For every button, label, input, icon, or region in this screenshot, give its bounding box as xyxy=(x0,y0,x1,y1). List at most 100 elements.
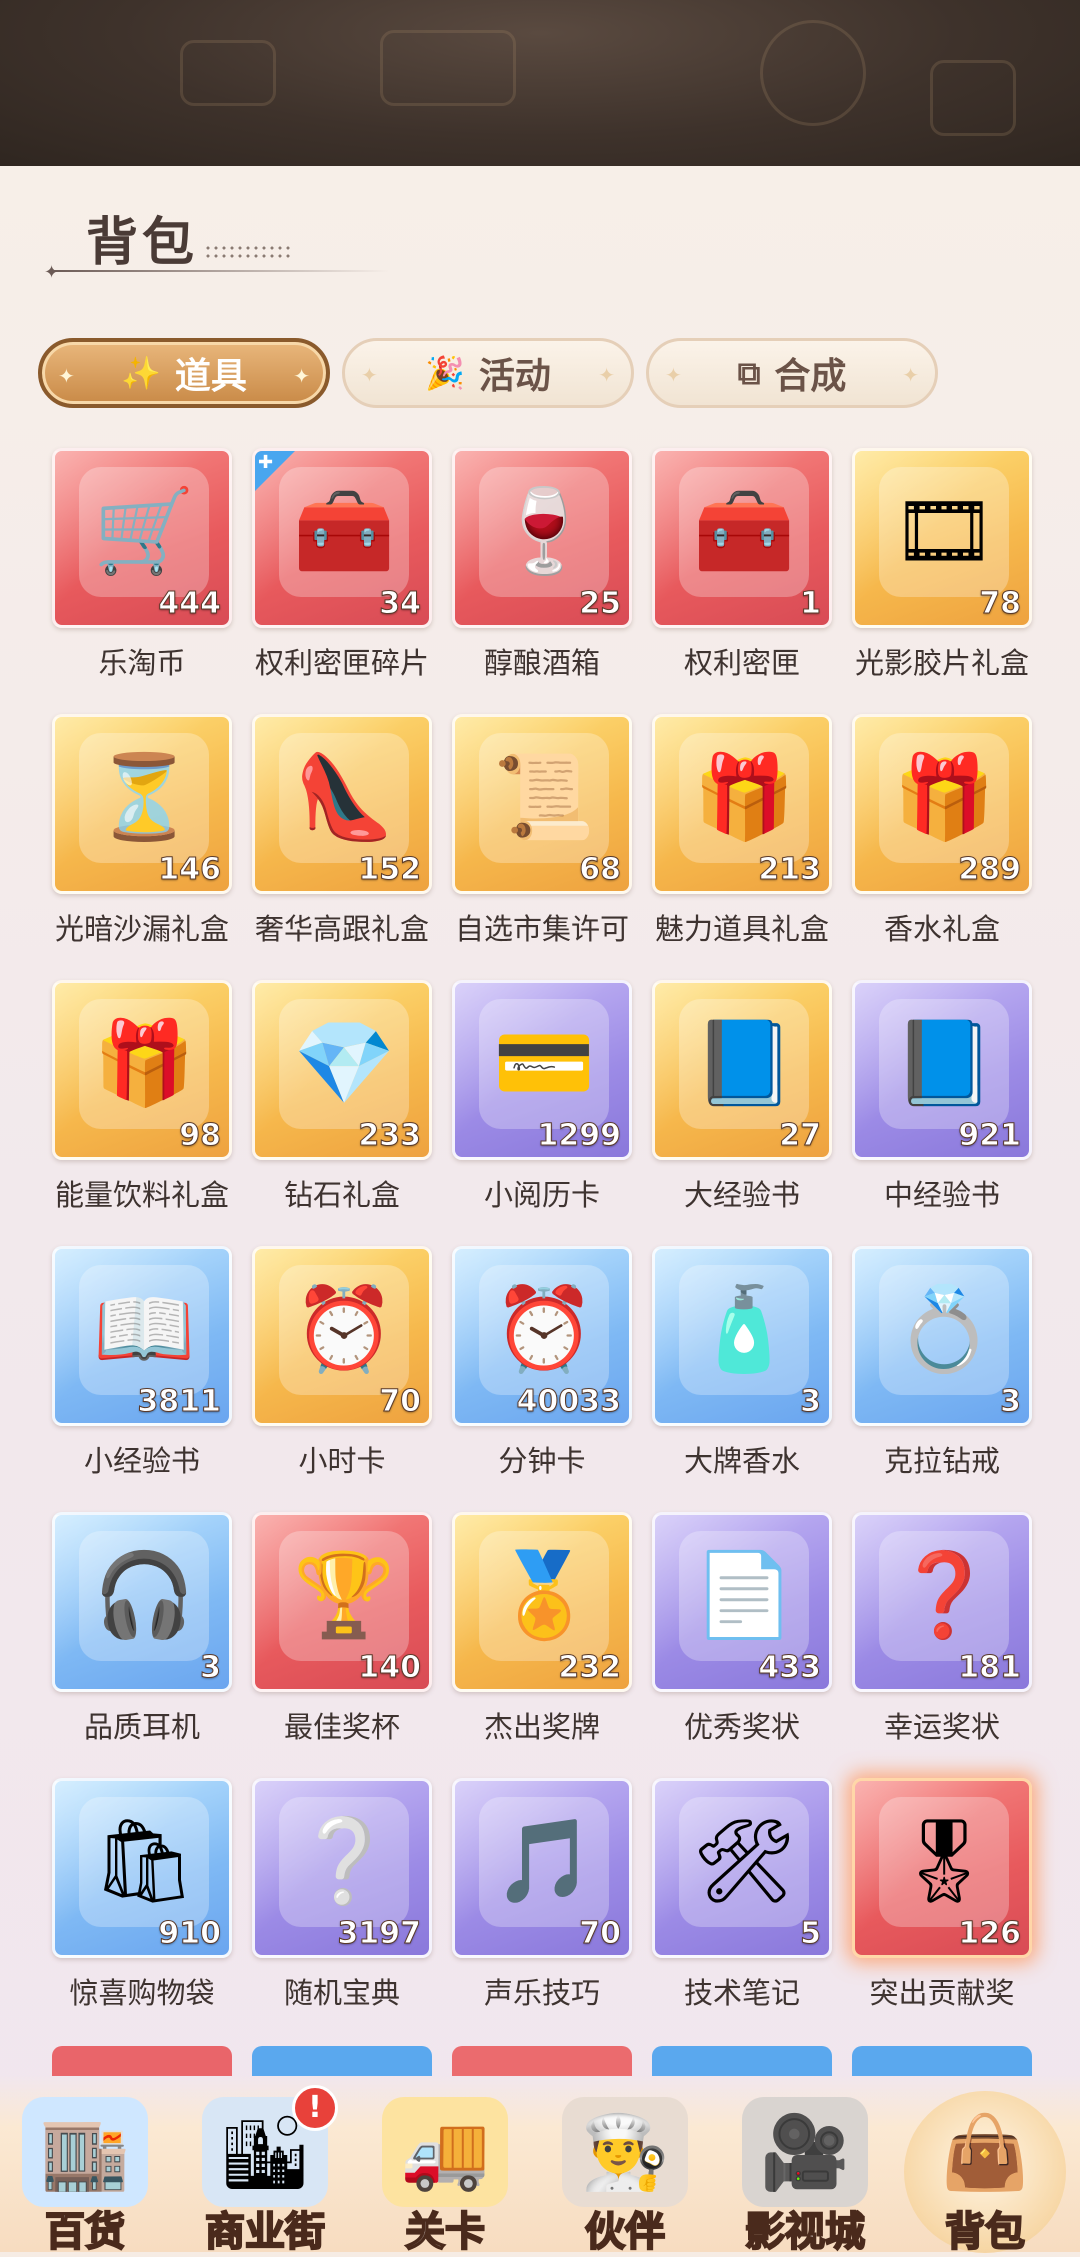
random-book-icon: ❔ xyxy=(279,1797,409,1927)
item-name: 随机宝典 xyxy=(283,1976,400,2010)
item-card[interactable]: ⏳ 146 xyxy=(52,714,232,894)
item-slot[interactable]: 🎧 3 品质耳机 xyxy=(52,1512,232,1752)
item-name: 声乐技巧 xyxy=(483,1976,600,2010)
item-card[interactable]: 🧴 3 xyxy=(652,1246,832,1426)
item-count: 70 xyxy=(379,1384,422,1420)
nav-item[interactable]: 🚚 关卡 xyxy=(360,2075,530,2256)
item-card[interactable]: 👠 152 xyxy=(252,714,432,894)
item-slot[interactable]: 👠 152 奢华高跟礼盒 xyxy=(252,714,432,954)
item-slot[interactable]: 📄 433 优秀奖状 xyxy=(652,1512,832,1752)
item-count: 3 xyxy=(1000,1384,1022,1420)
item-name: 光影胶片礼盒 xyxy=(854,646,1029,680)
item-slot[interactable]: 📘 921 中经验书 xyxy=(852,980,1032,1220)
item-card[interactable]: 🏆 140 xyxy=(252,1512,432,1692)
item-slot[interactable]: 🏆 140 最佳奖杯 xyxy=(252,1512,432,1752)
item-slot[interactable]: ⏳ 146 光暗沙漏礼盒 xyxy=(52,714,232,954)
title-area: 背包 ✦ xyxy=(44,200,404,290)
item-slot[interactable]: 💳 1299 小阅历卡 xyxy=(452,980,632,1220)
item-count: 140 xyxy=(358,1650,422,1686)
item-slot[interactable]: ⏰ 40033 分钟卡 xyxy=(452,1246,632,1486)
item-count: 34 xyxy=(379,586,422,622)
delivery-truck-icon: 🚚 xyxy=(382,2097,508,2207)
item-name: 幸运奖状 xyxy=(883,1710,1000,1744)
item-slot[interactable]: ⏰ 70 小时卡 xyxy=(252,1246,432,1486)
item-slot[interactable]: 💎 233 钻石礼盒 xyxy=(252,980,432,1220)
item-slot[interactable]: 🎞 78 光影胶片礼盒 xyxy=(852,448,1032,688)
item-slot[interactable]: 🎁 98 能量饮料礼盒 xyxy=(52,980,232,1220)
item-card[interactable]: 🎁 213 xyxy=(652,714,832,894)
item-card[interactable]: 🍷 25 xyxy=(452,448,632,628)
item-count: 921 xyxy=(958,1118,1022,1154)
item-slot[interactable]: 🧴 3 大牌香水 xyxy=(652,1246,832,1486)
item-count: 1299 xyxy=(537,1118,621,1154)
item-slot[interactable]: 🎁 213 魅力道具礼盒 xyxy=(652,714,832,954)
item-card[interactable]: 📘 27 xyxy=(652,980,832,1160)
item-slot[interactable]: 🛒 444 乐淘币 xyxy=(52,448,232,688)
nav-item[interactable]: 👜 背包 xyxy=(900,2075,1070,2256)
item-slot[interactable]: ❔ 3197 随机宝典 xyxy=(252,1778,432,2018)
banner-decoration xyxy=(180,40,276,106)
item-card[interactable]: 🎖 126 xyxy=(852,1778,1032,1958)
item-card[interactable]: 🏅 232 xyxy=(452,1512,632,1692)
item-card[interactable]: 📖 3811 xyxy=(52,1246,232,1426)
item-card[interactable]: ❓ 181 xyxy=(852,1512,1032,1692)
item-slot[interactable]: 🎖 126 突出贡献奖 xyxy=(852,1778,1032,2018)
item-card[interactable]: ❔ 3197 xyxy=(252,1778,432,1958)
item-count: 910 xyxy=(158,1916,222,1952)
nav-item[interactable]: 🎥 影视城 xyxy=(720,2075,890,2256)
item-card[interactable]: 🛠 5 xyxy=(652,1778,832,1958)
nav-item[interactable]: 🏬 百货 xyxy=(0,2075,170,2256)
item-card[interactable]: ✚ 🧰 34 xyxy=(252,448,432,628)
item-slot[interactable]: 💍 3 克拉钻戒 xyxy=(852,1246,1032,1486)
item-name: 克拉钻戒 xyxy=(883,1444,1000,1478)
item-card[interactable]: 📘 921 xyxy=(852,980,1032,1160)
item-card[interactable]: 🛍 910 xyxy=(52,1778,232,1958)
item-card[interactable]: 🎁 289 xyxy=(852,714,1032,894)
item-card[interactable]: 📜 68 xyxy=(452,714,632,894)
item-count: 3 xyxy=(200,1650,222,1686)
item-slot[interactable]: 🎁 289 香水礼盒 xyxy=(852,714,1032,954)
partial-item-card xyxy=(452,2046,632,2076)
item-slot[interactable]: ❓ 181 幸运奖状 xyxy=(852,1512,1032,1752)
item-card[interactable]: ⏰ 40033 xyxy=(452,1246,632,1426)
item-card[interactable]: 📄 433 xyxy=(652,1512,832,1692)
item-card[interactable]: 🛒 444 xyxy=(52,448,232,628)
item-slot[interactable]: ✚ 🧰 34 权利密匣碎片 xyxy=(252,448,432,688)
sparkle-icon: ✦ xyxy=(44,262,60,283)
item-slot[interactable]: 🍷 25 醇酿酒箱 xyxy=(452,448,632,688)
item-card[interactable]: ⏰ 70 xyxy=(252,1246,432,1426)
item-name: 优秀奖状 xyxy=(683,1710,800,1744)
item-card[interactable]: 🎞 78 xyxy=(852,448,1032,628)
item-slot[interactable]: 📖 3811 小经验书 xyxy=(52,1246,232,1486)
item-card[interactable]: 💳 1299 xyxy=(452,980,632,1160)
tech-notes-icon: 🛠 xyxy=(679,1797,809,1927)
item-slot[interactable]: 📘 27 大经验书 xyxy=(652,980,832,1220)
nav-label: 背包 xyxy=(944,2208,1026,2256)
item-slot[interactable]: 🧰 1 权利密匣 xyxy=(652,448,832,688)
item-card[interactable]: 💍 3 xyxy=(852,1246,1032,1426)
surprise-bag-icon: 🛍 xyxy=(79,1797,209,1927)
item-slot[interactable]: 📜 68 自选市集许可 xyxy=(452,714,632,954)
nav-label: 商业街 xyxy=(204,2208,326,2256)
item-card[interactable]: 🎁 98 xyxy=(52,980,232,1160)
item-slot[interactable]: 🏅 232 杰出奖牌 xyxy=(452,1512,632,1752)
item-count: 98 xyxy=(179,1118,222,1154)
item-count: 70 xyxy=(579,1916,622,1952)
tab-synthesis[interactable]: ✦ ⧉ 合成 ✦ xyxy=(646,338,938,408)
item-slot[interactable]: 🛠 5 技术笔记 xyxy=(652,1778,832,2018)
item-card[interactable]: 🎧 3 xyxy=(52,1512,232,1692)
item-card[interactable]: 🧰 1 xyxy=(652,448,832,628)
item-card[interactable]: 💎 233 xyxy=(252,980,432,1160)
item-slot[interactable]: 🎵 70 声乐技巧 xyxy=(452,1778,632,2018)
item-card[interactable]: 🎵 70 xyxy=(452,1778,632,1958)
hour-card-icon: ⏰ xyxy=(279,1265,409,1395)
item-name: 大牌香水 xyxy=(683,1444,800,1478)
item-slot[interactable]: 🛍 910 惊喜购物袋 xyxy=(52,1778,232,2018)
tab-items[interactable]: ✦ ✨ 道具 ✦ xyxy=(38,338,330,408)
item-name: 醇酿酒箱 xyxy=(483,646,600,680)
tab-events[interactable]: ✦ 🎉 活动 ✦ xyxy=(342,338,634,408)
nav-item[interactable]: 👨‍🍳 伙伴 xyxy=(540,2075,710,2256)
sparkle-icon: ✦ xyxy=(293,364,310,388)
nav-item[interactable]: 🏙! 商业街 xyxy=(180,2075,350,2256)
item-count: 3197 xyxy=(337,1916,421,1952)
